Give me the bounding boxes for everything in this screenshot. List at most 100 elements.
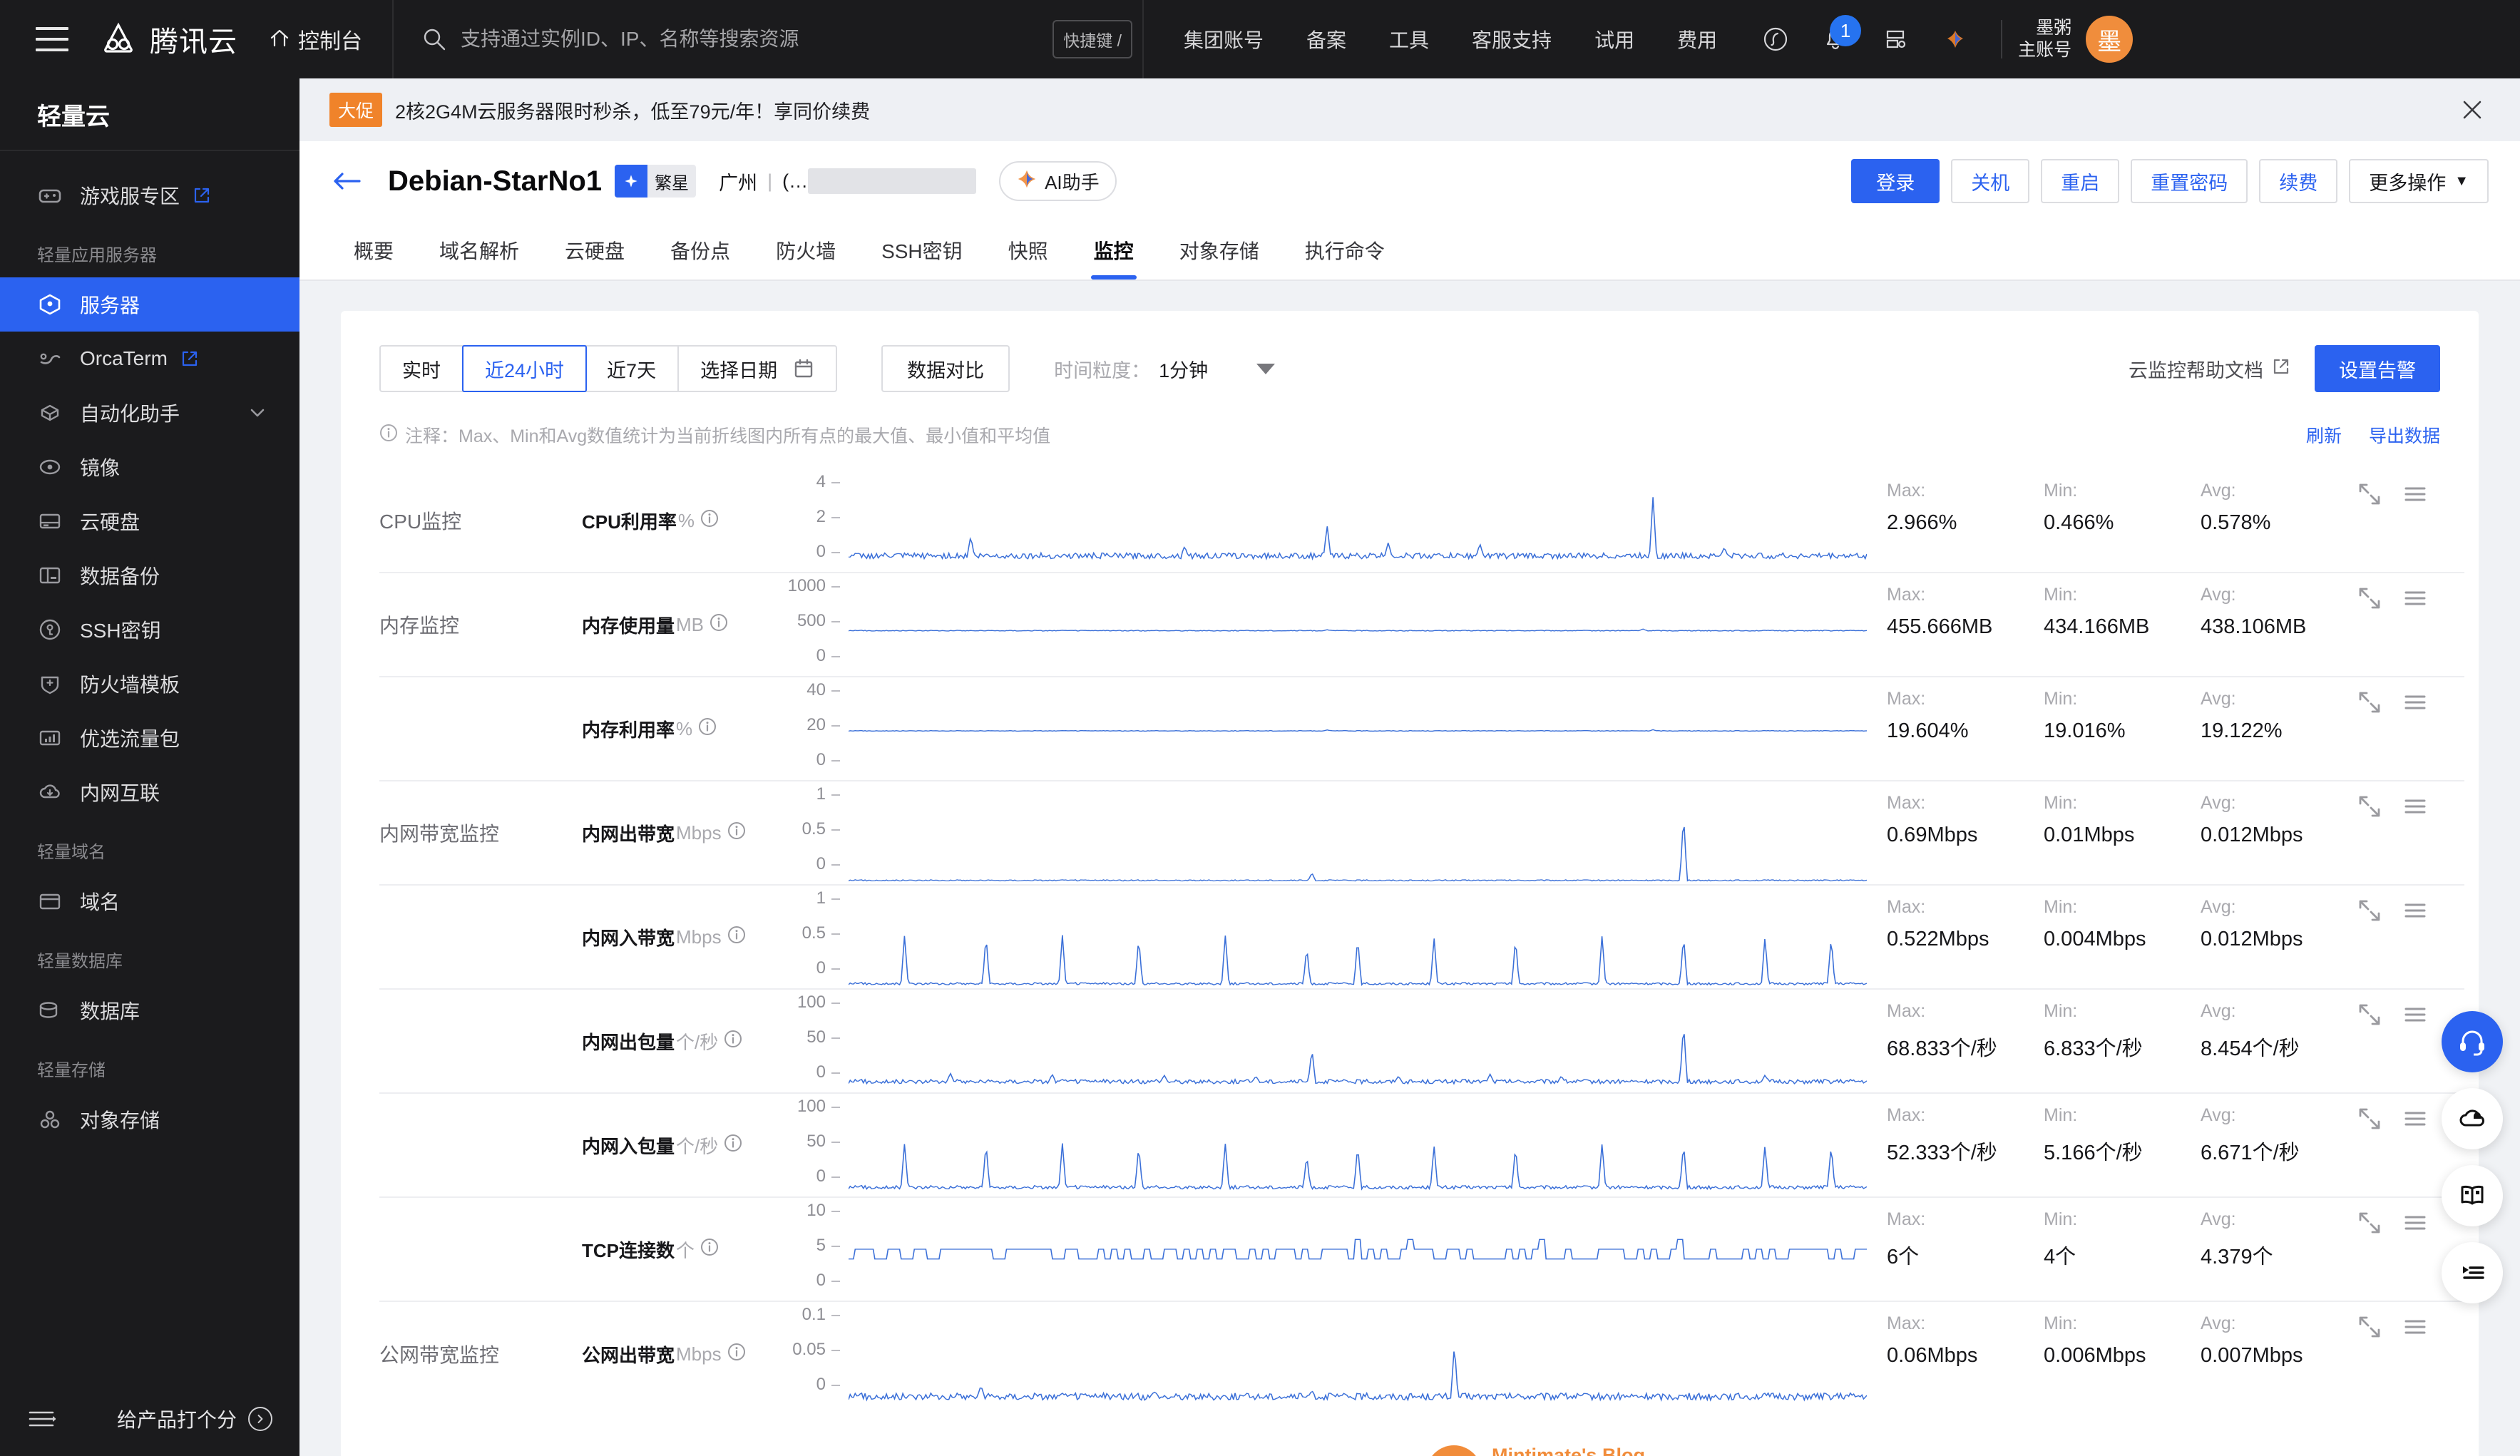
list-menu-icon[interactable] [2403, 690, 2427, 714]
sidebar-item-object-storage[interactable]: 对象存储 [0, 1092, 299, 1147]
search-input[interactable] [461, 28, 1052, 51]
sidebar-item-intranet[interactable]: 内网互联 [0, 765, 299, 819]
metric-chart[interactable]: 10005000 [764, 573, 1887, 676]
top-nav-item-0[interactable]: 集团账号 [1162, 25, 1285, 53]
docs-book-icon[interactable] [2442, 1165, 2503, 1226]
expand-icon[interactable] [2357, 898, 2382, 923]
info-icon[interactable] [700, 509, 719, 533]
range-pick-date[interactable]: 选择日期 [679, 347, 836, 391]
tab-overview[interactable]: 概要 [331, 221, 416, 280]
granularity-select[interactable]: 时间粒度： 1分钟 [1054, 355, 1275, 383]
ai-assistant-button[interactable]: AI助手 [999, 161, 1117, 201]
range-7d[interactable]: 近7天 [585, 347, 679, 391]
hamburger-icon[interactable] [36, 27, 68, 51]
collapse-icon[interactable] [27, 1408, 56, 1430]
sidebar-item-ssh-keys[interactable]: SSH密钥 [0, 603, 299, 657]
info-icon[interactable] [727, 821, 746, 845]
info-icon[interactable] [724, 1134, 742, 1157]
tab-object-storage[interactable]: 对象存储 [1157, 221, 1282, 280]
info-icon[interactable] [700, 1238, 719, 1261]
global-search[interactable]: 快捷键 / [422, 0, 1142, 78]
sidebar-item-database[interactable]: 数据库 [0, 983, 299, 1037]
data-compare-button[interactable]: 数据对比 [881, 345, 1010, 392]
list-menu-icon[interactable] [2403, 1003, 2427, 1027]
cloud-alert-icon[interactable] [2442, 1088, 2503, 1149]
metric-chart[interactable]: 100500 [764, 1094, 1887, 1196]
list-menu-icon[interactable] [2403, 586, 2427, 610]
metric-chart[interactable]: 100500 [764, 990, 1887, 1092]
sidebar-item-domain[interactable]: 域名 [0, 874, 299, 928]
sidebar-item-game-zone[interactable]: 游戏服专区 [0, 168, 299, 222]
restart-button[interactable]: 重启 [2041, 159, 2119, 203]
expand-icon[interactable] [2357, 1315, 2382, 1339]
set-alarm-button[interactable]: 设置告警 [2315, 345, 2440, 392]
top-nav-item-4[interactable]: 试用 [1573, 25, 1656, 53]
top-nav-item-3[interactable]: 客服支持 [1450, 25, 1573, 53]
list-menu-icon[interactable] [2403, 794, 2427, 819]
promo-text[interactable]: 2核2G4M云服务器限时秒杀，低至79元/年！享同价续费 [395, 96, 870, 124]
feedback-list-icon[interactable] [2442, 1242, 2503, 1303]
expand-icon[interactable] [2357, 690, 2382, 714]
tab-snapshot[interactable]: 快照 [985, 221, 1071, 280]
export-data-link[interactable]: 导出数据 [2369, 422, 2440, 448]
more-actions-button[interactable]: 更多操作 ▼ [2349, 159, 2489, 203]
info-icon[interactable] [724, 1030, 742, 1053]
close-icon[interactable] [2459, 96, 2486, 123]
tab-dns[interactable]: 域名解析 [416, 221, 542, 280]
workbench-icon[interactable] [1865, 9, 1925, 69]
tab-ssh-keys[interactable]: SSH密钥 [859, 221, 985, 280]
brand[interactable]: 腾讯云 [98, 19, 237, 60]
info-icon[interactable] [710, 613, 728, 637]
login-button[interactable]: 登录 [1851, 159, 1940, 203]
refresh-link[interactable]: 刷新 [2306, 422, 2342, 448]
expand-icon[interactable] [2357, 482, 2382, 506]
top-nav-item-5[interactable]: 费用 [1656, 25, 1738, 53]
tab-monitoring[interactable]: 监控 [1071, 221, 1157, 280]
console-link[interactable]: 控制台 [269, 24, 362, 55]
expand-icon[interactable] [2357, 1107, 2382, 1131]
avatar[interactable]: 墨 [2086, 16, 2133, 63]
range-realtime[interactable]: 实时 [381, 347, 463, 391]
shutdown-button[interactable]: 关机 [1951, 159, 2029, 203]
account-info[interactable]: 墨粥 主账号 [2018, 17, 2071, 62]
metric-chart[interactable]: 10.50 [764, 781, 1887, 884]
top-nav-item-1[interactable]: 备案 [1285, 25, 1368, 53]
tab-cloud-disk[interactable]: 云硬盘 [542, 221, 647, 280]
info-icon[interactable] [727, 1343, 746, 1366]
tab-firewall[interactable]: 防火墙 [753, 221, 859, 280]
sidebar-item-data-backup[interactable]: 数据备份 [0, 548, 299, 603]
expand-icon[interactable] [2357, 794, 2382, 819]
list-menu-icon[interactable] [2403, 482, 2427, 506]
info-icon[interactable] [727, 926, 746, 949]
rate-product-button[interactable]: 给产品打个分 [117, 1405, 272, 1433]
tab-backup-point[interactable]: 备份点 [647, 221, 753, 280]
cloud-monitor-help-link[interactable]: 云监控帮助文档 [2129, 355, 2290, 383]
ai-sparkle-icon[interactable] [1925, 9, 1985, 69]
sidebar-item-orcaterm[interactable]: OrcaTerm [0, 332, 299, 386]
range-24h[interactable]: 近24小时 [462, 345, 587, 392]
list-menu-icon[interactable] [2403, 1211, 2427, 1235]
expand-icon[interactable] [2357, 586, 2382, 610]
top-nav-item-2[interactable]: 工具 [1368, 25, 1450, 53]
back-arrow-icon[interactable] [331, 167, 362, 195]
sidebar-item-cloud-disk[interactable]: 云硬盘 [0, 494, 299, 548]
sidebar-item-firewall-template[interactable]: 防火墙模板 [0, 657, 299, 711]
currency-icon[interactable] [1746, 9, 1806, 69]
metric-chart[interactable]: 1050 [764, 1198, 1887, 1301]
list-menu-icon[interactable] [2403, 1107, 2427, 1131]
reset-password-button[interactable]: 重置密码 [2131, 159, 2248, 203]
renew-button[interactable]: 续费 [2259, 159, 2337, 203]
metric-chart[interactable]: 10.50 [764, 886, 1887, 988]
metric-chart[interactable]: 40200 [764, 677, 1887, 780]
sidebar-item-servers[interactable]: 服务器 [0, 277, 299, 332]
info-icon[interactable] [698, 717, 717, 741]
sidebar-item-images[interactable]: 镜像 [0, 440, 299, 494]
bell-icon[interactable]: 1 [1806, 9, 1865, 69]
support-headset-icon[interactable] [2442, 1011, 2503, 1072]
expand-icon[interactable] [2357, 1211, 2382, 1235]
metric-chart[interactable]: 0.10.050 [764, 1302, 1887, 1406]
list-menu-icon[interactable] [2403, 898, 2427, 923]
expand-icon[interactable] [2357, 1003, 2382, 1027]
metric-chart[interactable]: 420 [764, 469, 1887, 572]
sidebar-item-automation[interactable]: 自动化助手 [0, 386, 299, 440]
